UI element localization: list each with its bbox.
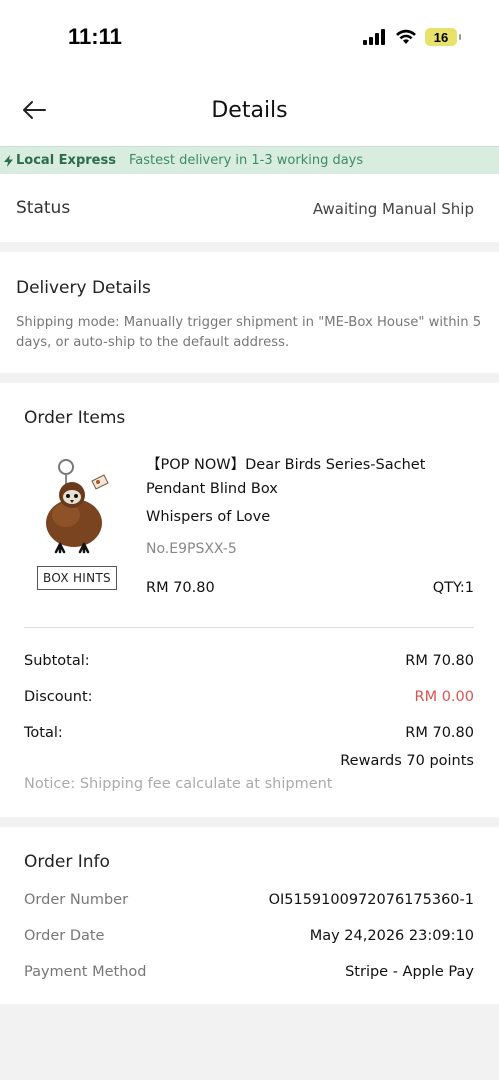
order-number-value[interactable]: OI5159100972076175360-1 <box>269 892 474 908</box>
battery-icon: 16 <box>425 28 461 46</box>
order-date-value: May 24,2026 23:09:10 <box>309 928 474 944</box>
order-number-label: Order Number <box>24 892 129 908</box>
payment-method-value: Stripe - Apple Pay <box>345 964 474 980</box>
product-quantity: QTY:1 <box>432 580 474 596</box>
system-status-bar: 11:11 16 <box>0 0 499 76</box>
order-date-label: Order Date <box>24 928 105 944</box>
subtotal-label: Subtotal: <box>24 653 90 669</box>
product-name[interactable]: 【POP NOW】Dear Birds Series-Sachet Pendan… <box>146 453 446 501</box>
status-value: Awaiting Manual Ship <box>312 200 474 218</box>
delivery-details-card: Delivery Details Shipping mode: Manually… <box>0 252 499 373</box>
express-tag-label: Local Express <box>16 153 116 168</box>
delivery-title: Delivery Details <box>16 278 151 298</box>
divider <box>24 627 474 628</box>
payment-method-label: Payment Method <box>24 964 147 980</box>
product-variant: Whispers of Love <box>146 509 271 525</box>
order-info-title: Order Info <box>24 852 110 872</box>
total-label: Total: <box>24 725 63 741</box>
shipping-notice: Notice: Shipping fee calculate at shipme… <box>24 776 333 792</box>
lightning-icon <box>4 154 13 167</box>
express-tag: Local Express <box>4 153 116 168</box>
back-button[interactable] <box>20 96 52 124</box>
product-sku: No.E9PSXX-5 <box>146 541 237 557</box>
order-number-row: Order Number OI5159100972076175360-1 <box>24 892 474 912</box>
subtotal-row: Subtotal: RM 70.80 <box>24 653 474 673</box>
discount-value: RM 0.00 <box>414 689 474 705</box>
order-items-title: Order Items <box>24 408 126 428</box>
total-value: RM 70.80 <box>405 725 474 741</box>
header: Details <box>0 76 499 146</box>
status-card: Status Awaiting Manual Ship <box>0 174 499 242</box>
product-image[interactable] <box>36 455 118 555</box>
discount-row: Discount: RM 0.00 <box>24 689 474 709</box>
order-date-row: Order Date May 24,2026 23:09:10 <box>24 928 474 948</box>
clock: 11:11 <box>68 24 122 49</box>
express-description: Fastest delivery in 1-3 working days <box>128 153 364 168</box>
page-title: Details <box>211 98 288 123</box>
payment-method-row: Payment Method Stripe - Apple Pay <box>24 964 474 984</box>
order-info-card: Order Info Order Number OI51591009720761… <box>0 827 499 1004</box>
rewards-points: Rewards 70 points <box>340 753 474 769</box>
status-label: Status <box>16 198 71 218</box>
total-row: Total: RM 70.80 <box>24 725 474 745</box>
local-express-banner: Local Express Fastest delivery in 1-3 wo… <box>0 146 499 174</box>
subtotal-value: RM 70.80 <box>405 653 474 669</box>
discount-label: Discount: <box>24 689 93 705</box>
cellular-signal-icon <box>363 29 385 45</box>
box-hints-button[interactable]: BOX HINTS <box>37 566 117 590</box>
delivery-text: Shipping mode: Manually trigger shipment… <box>16 315 482 350</box>
arrow-left-icon <box>23 101 46 119</box>
order-items-card: Order Items BOX HINTS 【POP NOW】Dear Bird… <box>0 383 499 817</box>
wifi-icon <box>396 29 416 44</box>
product-price: RM 70.80 <box>146 580 215 596</box>
system-icons: 16 <box>363 27 461 47</box>
